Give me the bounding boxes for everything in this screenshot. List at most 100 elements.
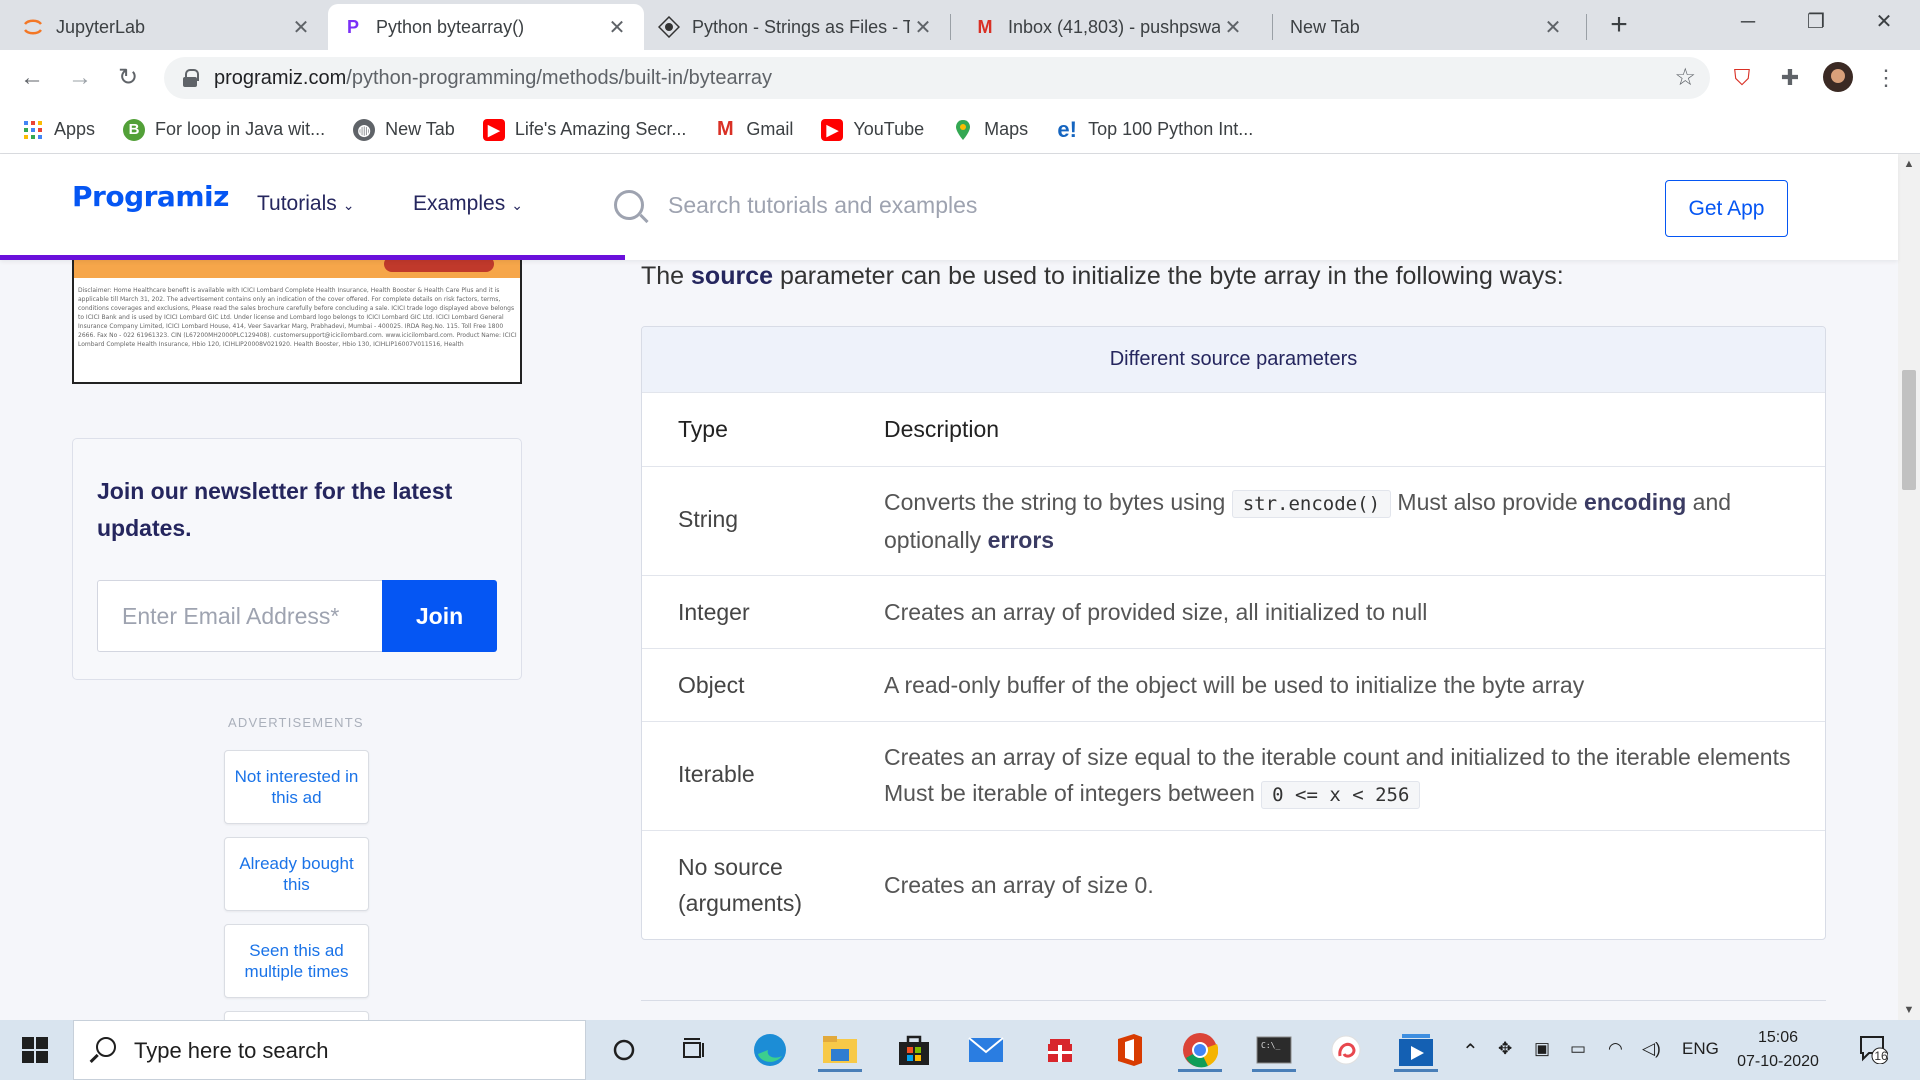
office-icon[interactable]: [1108, 1028, 1152, 1072]
tab-python-bytearray[interactable]: P Python bytearray() ✕: [328, 4, 644, 50]
vertical-scrollbar[interactable]: ▲ ▼: [1898, 154, 1920, 1020]
volume-icon[interactable]: ◁): [1642, 1039, 1661, 1059]
bookmark-label: For loop in Java wit...: [155, 119, 326, 139]
bookmark-for-loop-java[interactable]: B For loop in Java wit...: [123, 118, 326, 141]
search-input[interactable]: Search tutorials and examples: [668, 192, 977, 219]
bookmark-label: YouTube: [853, 119, 925, 139]
battery-icon[interactable]: ▭: [1570, 1039, 1586, 1059]
scrollbar-thumb[interactable]: [1902, 370, 1916, 490]
type-cell: Iterable: [678, 761, 755, 787]
scroll-up-icon[interactable]: ▲: [1898, 158, 1920, 170]
table-row: Iterable Creates an array of size equal …: [642, 721, 1825, 830]
gmail-icon: M: [977, 16, 993, 37]
bookmark-gmail[interactable]: M Gmail: [714, 118, 793, 141]
command-prompt-icon[interactable]: C:\_: [1252, 1028, 1296, 1072]
address-bar[interactable]: programiz.com/python-programming/methods…: [164, 57, 1710, 99]
clock[interactable]: 15:06 07-10-2020: [1736, 1026, 1820, 1074]
scroll-down-icon[interactable]: ▼: [1898, 1004, 1920, 1016]
taskbar-search[interactable]: Type here to search: [73, 1020, 586, 1080]
b-icon: B: [123, 118, 146, 141]
globe-icon: ◍: [353, 118, 376, 141]
tab-title: Python bytearray(): [376, 16, 525, 37]
search-icon[interactable]: [614, 190, 644, 220]
bookmark-new-tab[interactable]: ◍ New Tab: [353, 118, 455, 141]
newsletter-box: Join our newsletter for the latest updat…: [72, 438, 522, 680]
windows-taskbar: Type here to search C:\_ ⌃ ✥ ▣ ▭ ◠ ◁) EN…: [0, 1020, 1920, 1080]
nav-examples[interactable]: Examples ⌄: [413, 192, 523, 216]
tab-strip: JupyterLab ✕ P Python bytearray() ✕ Pyth…: [0, 0, 1920, 50]
close-window-icon[interactable]: ✕: [1854, 0, 1914, 44]
tab-separator: [1272, 14, 1273, 40]
restore-icon[interactable]: ❐: [1786, 0, 1846, 44]
forward-arrow-icon[interactable]: →: [64, 62, 96, 94]
search-icon: [96, 1037, 116, 1057]
bookmark-label: New Tab: [385, 119, 455, 139]
bookmark-apps[interactable]: Apps: [22, 119, 95, 141]
dropbox-icon[interactable]: ✥: [1498, 1039, 1512, 1059]
file-explorer-icon[interactable]: [818, 1028, 862, 1072]
anaconda-icon[interactable]: [1324, 1028, 1368, 1072]
tutorialspoint-icon: [658, 16, 680, 38]
section-divider: [641, 1000, 1826, 1001]
mail-icon[interactable]: [964, 1028, 1008, 1072]
windows-start-icon[interactable]: [22, 1037, 48, 1063]
language-indicator[interactable]: ENG: [1682, 1039, 1719, 1059]
tab-separator: [1586, 14, 1587, 40]
ad-option-not-interested[interactable]: Not interested in this ad: [224, 750, 369, 824]
programiz-logo[interactable]: Programiz: [72, 180, 229, 213]
close-icon[interactable]: ✕: [1540, 15, 1566, 40]
avatar[interactable]: [1822, 62, 1854, 94]
bookmark-youtube[interactable]: ▶ YouTube: [821, 118, 925, 141]
tab-title: Python - Strings as Files - Tu: [692, 16, 910, 37]
sidebar-ad-banner[interactable]: Disclaimer: Home Healthcare benefit is a…: [72, 250, 522, 384]
newsletter-title: Join our newsletter for the latest updat…: [97, 478, 453, 541]
cortana-icon[interactable]: [602, 1028, 646, 1072]
bookmark-top-100-python[interactable]: e! Top 100 Python Int...: [1056, 117, 1253, 142]
puzzle-extension-icon[interactable]: ✚: [1774, 62, 1806, 94]
ad-option-seen-multiple[interactable]: Seen this ad multiple times: [224, 924, 369, 998]
bookmark-lifes-amazing[interactable]: ▶ Life's Amazing Secr...: [482, 118, 686, 141]
chevron-up-icon[interactable]: ⌃: [1462, 1039, 1479, 1064]
ad-option-more[interactable]: [224, 1011, 369, 1020]
ad-option-already-bought[interactable]: Already bought this: [224, 837, 369, 911]
bookmark-maps[interactable]: Maps: [952, 119, 1028, 141]
url-text: programiz.com/python-programming/methods…: [214, 66, 773, 89]
close-icon[interactable]: ✕: [1220, 15, 1246, 40]
edge-icon[interactable]: [748, 1028, 792, 1072]
menu-kebab-icon[interactable]: ⋮: [1870, 62, 1902, 94]
description-cell: Creates an array of size equal to the it…: [884, 739, 1804, 813]
description-cell: Converts the string to bytes using str.e…: [884, 489, 1732, 553]
new-tab-button[interactable]: +: [1604, 8, 1634, 42]
reload-icon[interactable]: ↻: [112, 62, 144, 94]
youtube-icon: ▶: [482, 118, 505, 141]
bookmark-label: Maps: [984, 119, 1029, 139]
close-icon[interactable]: ✕: [288, 15, 314, 40]
wifi-icon[interactable]: ◠: [1608, 1039, 1623, 1059]
lock-icon: [182, 69, 199, 87]
tab-jupyterlab[interactable]: JupyterLab ✕: [8, 4, 328, 50]
nav-tutorials[interactable]: Tutorials ⌄: [257, 192, 354, 216]
join-button[interactable]: Join: [382, 580, 497, 652]
maps-pin-icon: [952, 119, 974, 141]
close-icon[interactable]: ✕: [604, 15, 630, 40]
tab-gmail-inbox[interactable]: M Inbox (41,803) - pushpswat ✕: [960, 4, 1260, 50]
store-icon[interactable]: [892, 1028, 936, 1072]
get-app-button[interactable]: Get App: [1665, 180, 1788, 237]
tab-new-tab[interactable]: New Tab ✕: [1276, 4, 1580, 50]
back-arrow-icon[interactable]: ←: [16, 62, 48, 94]
email-field[interactable]: Enter Email Address*: [97, 580, 382, 652]
code-snippet: 0 <= x < 256: [1261, 781, 1421, 809]
media-player-icon[interactable]: [1394, 1028, 1438, 1072]
minimize-icon[interactable]: ─: [1718, 0, 1778, 44]
display-icon[interactable]: ▣: [1534, 1039, 1550, 1059]
gift-icon[interactable]: [1038, 1028, 1082, 1072]
task-view-icon[interactable]: [672, 1028, 716, 1072]
close-icon[interactable]: ✕: [910, 15, 936, 40]
tab-strings-as-files[interactable]: Python - Strings as Files - Tu ✕: [644, 4, 950, 50]
tab-title: New Tab: [1290, 16, 1360, 37]
pocket-extension-icon[interactable]: ⛉: [1726, 62, 1758, 94]
chrome-icon[interactable]: [1178, 1028, 1222, 1072]
intro-paragraph: The source parameter can be used to init…: [641, 262, 1564, 290]
bookmark-star-icon[interactable]: ☆: [1674, 63, 1696, 92]
notification-icon[interactable]: 16: [1858, 1034, 1889, 1065]
